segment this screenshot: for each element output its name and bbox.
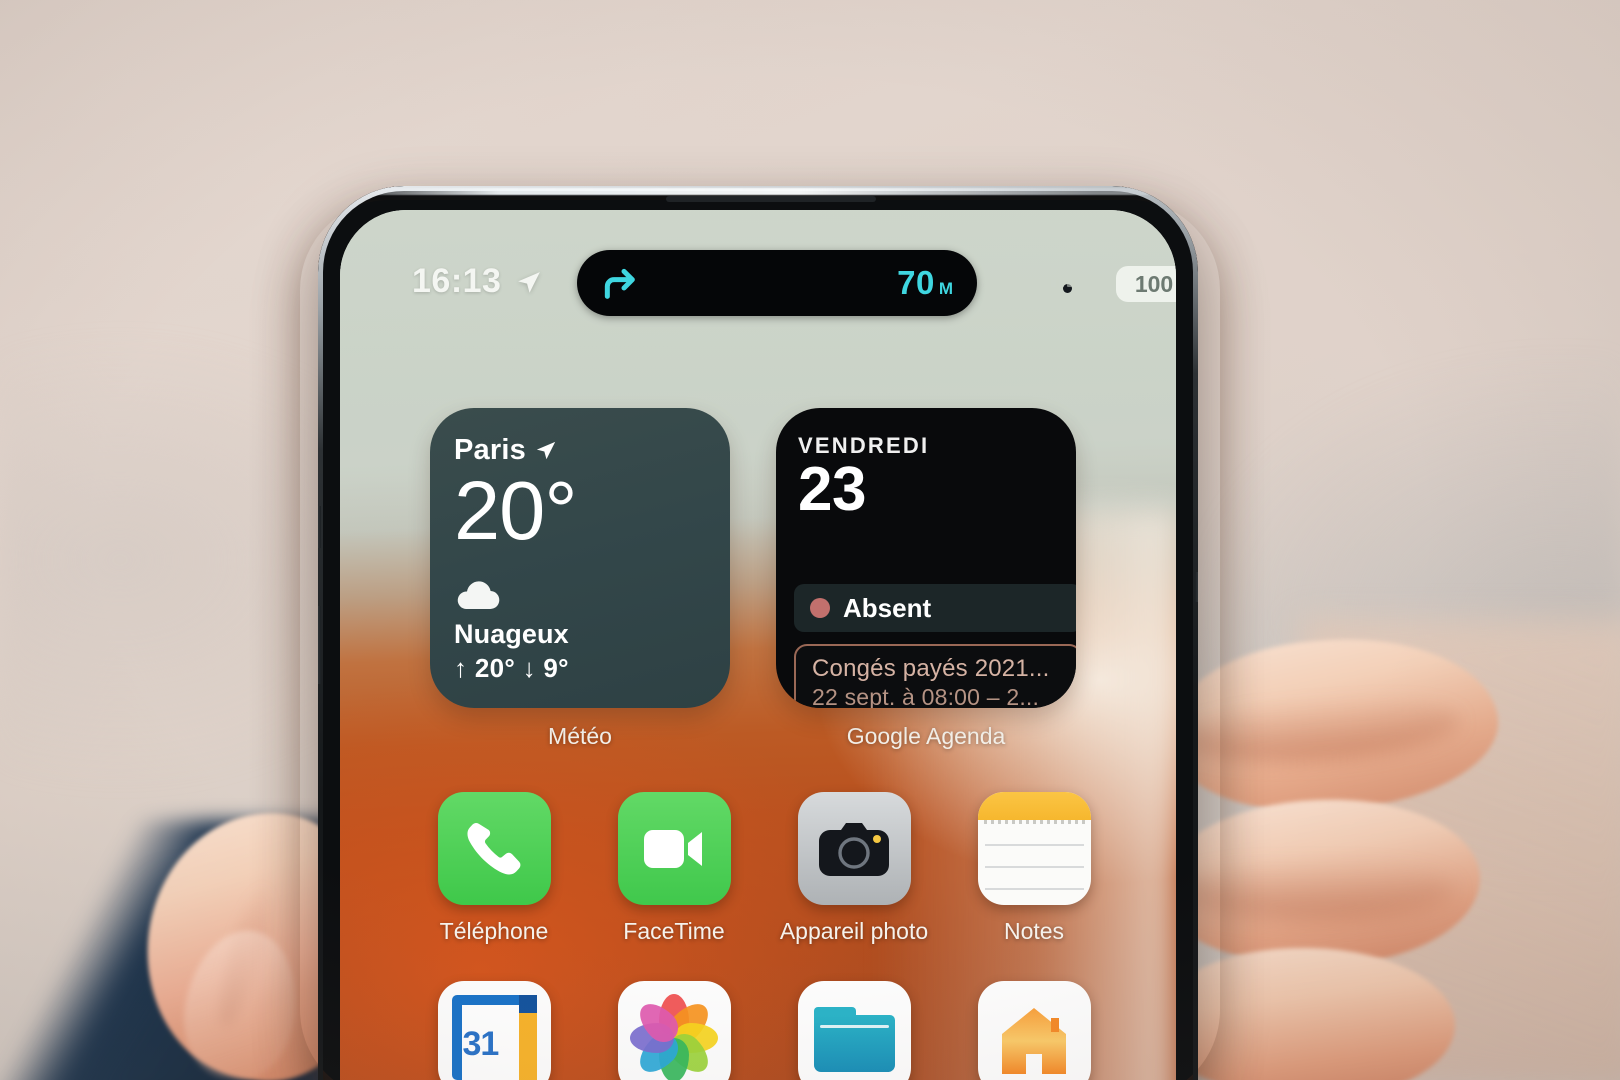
app-notes[interactable]: Notes bbox=[944, 792, 1124, 945]
silence-switch[interactable] bbox=[318, 506, 321, 548]
volume-buttons[interactable] bbox=[318, 606, 321, 684]
notes-line bbox=[984, 888, 1084, 890]
gcal-corner bbox=[518, 995, 537, 1013]
cellular-signal-icon bbox=[1051, 280, 1080, 287]
app-phone[interactable]: Téléphone bbox=[404, 792, 584, 945]
battery-indicator: 100 bbox=[1116, 266, 1176, 302]
turn-right-arrow-icon bbox=[599, 263, 639, 303]
folder-edge-line bbox=[819, 1025, 889, 1028]
app-label: Appareil photo bbox=[779, 918, 929, 944]
calendar-event[interactable]: Congés payés 2021... 22 sept. à 08:00 – … bbox=[794, 644, 1076, 708]
notes-line bbox=[984, 844, 1084, 846]
camera-icon[interactable] bbox=[797, 792, 911, 905]
app-label: Notes bbox=[1003, 918, 1065, 944]
weather-footer: Nuageux ↑ 20° ↓ 9° bbox=[454, 579, 569, 684]
files-folder-icon[interactable] bbox=[797, 981, 911, 1080]
weather-widget[interactable]: Paris 20° Nuageux ↑ 20° ↓ 9° bbox=[430, 408, 730, 708]
calendar-widget-container[interactable]: VENDREDI 23 Absent Congés payés 2021... … bbox=[776, 408, 1076, 750]
folder-body bbox=[813, 1015, 895, 1072]
calendar-date: 23 bbox=[798, 455, 866, 524]
phone-screen[interactable]: 16:13 70 M 100 Paris 20° Nuageux ↑ 20° ↓… bbox=[340, 210, 1176, 1080]
app-row-2: 31 bbox=[340, 981, 1176, 1080]
weather-city: Paris bbox=[454, 434, 526, 466]
app-row-1: Téléphone FaceTime Appareil photo Notes bbox=[340, 792, 1176, 945]
app-facetime[interactable]: FaceTime bbox=[584, 792, 764, 945]
event-color-dot bbox=[810, 598, 830, 618]
calendar-widget-label: Google Agenda bbox=[846, 723, 1006, 749]
cloud-icon bbox=[454, 579, 502, 611]
notes-header-band bbox=[977, 792, 1091, 820]
google-calendar-icon[interactable]: 31 bbox=[437, 981, 551, 1080]
event-title: Congés payés 2021... bbox=[812, 655, 1050, 682]
dynamic-island[interactable]: 70 M bbox=[577, 250, 977, 316]
app-files[interactable] bbox=[764, 981, 944, 1080]
app-camera[interactable]: Appareil photo bbox=[764, 792, 944, 945]
notes-icon[interactable] bbox=[977, 792, 1091, 905]
location-arrow-icon bbox=[535, 440, 557, 462]
gcal-date-number: 31 bbox=[462, 1025, 500, 1063]
pinwheel bbox=[630, 993, 718, 1080]
weather-widget-label: Météo bbox=[548, 723, 612, 749]
gcal-yellow-strip bbox=[518, 1011, 537, 1080]
app-grid: Téléphone FaceTime Appareil photo Notes … bbox=[340, 792, 1176, 1080]
app-google-calendar[interactable]: 31 bbox=[404, 981, 584, 1080]
app-home[interactable] bbox=[944, 981, 1124, 1080]
middle-finger-shadow bbox=[1175, 860, 1455, 920]
status-bar: 16:13 70 M 100 bbox=[340, 250, 1176, 316]
calendar-widget[interactable]: VENDREDI 23 Absent Congés payés 2021... … bbox=[776, 408, 1076, 708]
video-camera-icon[interactable] bbox=[617, 792, 731, 905]
distance-unit: M bbox=[938, 279, 953, 298]
weather-widget-container[interactable]: Paris 20° Nuageux ↑ 20° ↓ 9° Météo bbox=[430, 408, 730, 750]
weather-high-low: ↑ 20° ↓ 9° bbox=[454, 653, 569, 683]
phone-handset-icon[interactable] bbox=[437, 792, 551, 905]
app-label: Téléphone bbox=[439, 918, 549, 944]
event-time: 22 sept. à 08:00 – 2... bbox=[812, 684, 1040, 708]
notes-line bbox=[984, 866, 1084, 868]
weather-temperature: 20° bbox=[454, 464, 578, 557]
phone-top-rim bbox=[354, 188, 1162, 195]
app-label: FaceTime bbox=[623, 918, 725, 944]
distance-value: 70 bbox=[897, 264, 935, 301]
calendar-allday-event[interactable]: Absent bbox=[794, 584, 1076, 632]
notes-perforation bbox=[983, 820, 1085, 824]
iphone-device: 16:13 70 M 100 Paris 20° Nuageux ↑ 20° ↓… bbox=[318, 186, 1198, 1080]
allday-event-title: Absent bbox=[843, 592, 932, 623]
widget-row: Paris 20° Nuageux ↑ 20° ↓ 9° Météo VENDR… bbox=[340, 408, 1176, 750]
battery-level-label: 100 bbox=[1134, 270, 1174, 297]
status-bar-time: 16:13 bbox=[412, 262, 502, 300]
weather-city-row: Paris bbox=[454, 434, 706, 467]
earpiece-speaker bbox=[666, 196, 876, 202]
weather-condition: Nuageux bbox=[454, 619, 569, 649]
location-arrow-icon bbox=[516, 270, 542, 296]
navigation-distance: 70 M bbox=[897, 264, 953, 302]
app-photos[interactable] bbox=[584, 981, 764, 1080]
home-house-icon[interactable] bbox=[977, 981, 1091, 1080]
power-button[interactable] bbox=[1195, 572, 1198, 602]
photos-pinwheel-icon[interactable] bbox=[617, 981, 731, 1080]
